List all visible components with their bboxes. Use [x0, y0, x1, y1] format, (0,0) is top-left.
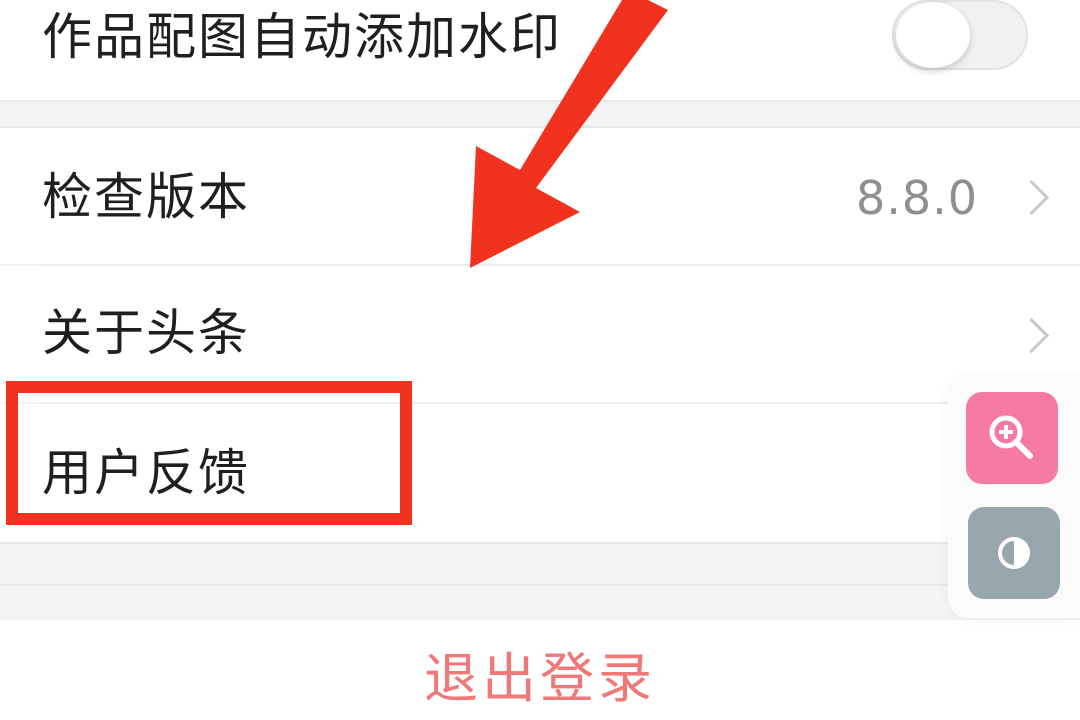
- annotation-arrow: [470, 0, 668, 268]
